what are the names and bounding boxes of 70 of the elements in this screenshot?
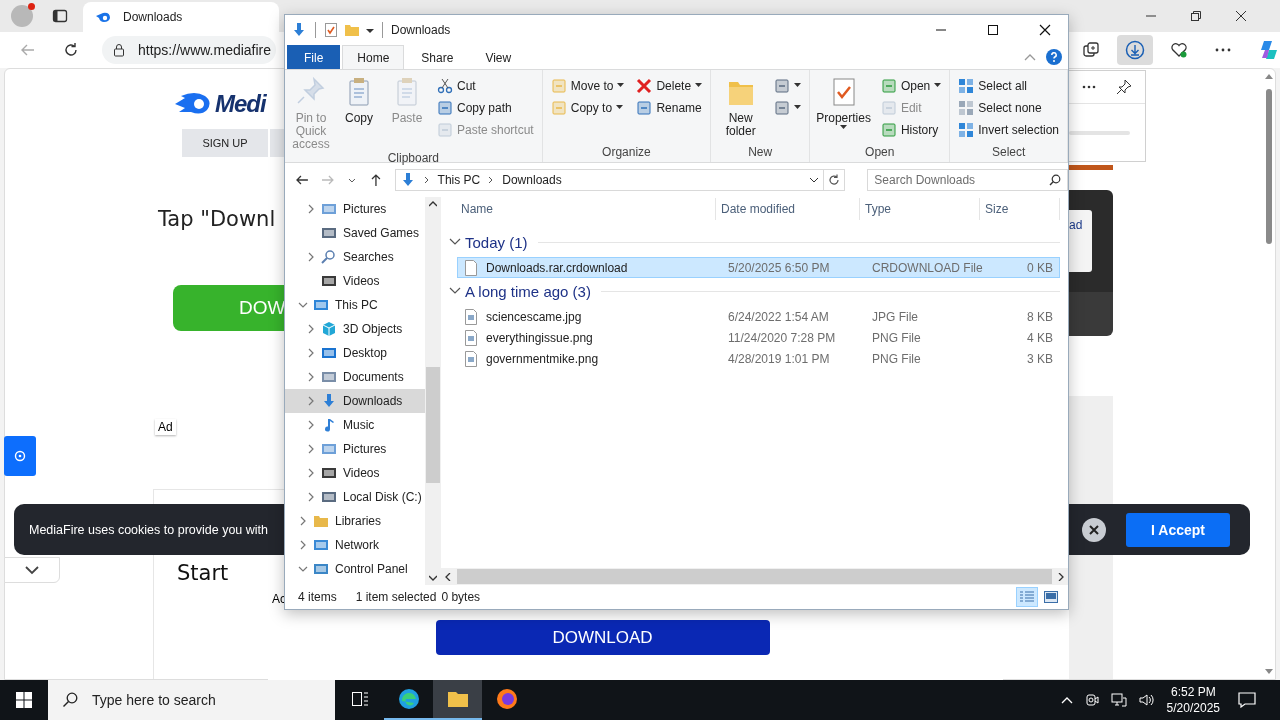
ribbon-command[interactable]: History — [880, 121, 942, 138]
column-header[interactable]: Date modified — [716, 198, 860, 220]
nav-item[interactable]: Libraries — [285, 509, 425, 533]
nav-item[interactable]: Pictures — [285, 437, 425, 461]
ribbon-tab[interactable]: File — [287, 45, 341, 69]
cookie-text: MediaFire uses cookies to provide you with — [29, 522, 268, 537]
address-field[interactable]: This PC Downloads — [394, 169, 824, 191]
group-label: Select — [990, 145, 1027, 161]
browser-tab[interactable]: Downloads — [83, 2, 279, 32]
file-row[interactable]: everythingissue.png 11/24/2020 7:28 PM PNG File 4 KB — [457, 327, 1060, 348]
item-count: 4 items — [298, 590, 337, 604]
nav-item[interactable]: Desktop — [285, 341, 425, 365]
nav-item[interactable]: Downloads — [285, 389, 425, 413]
ribbon-command[interactable]: Delete — [636, 77, 703, 94]
accept-button[interactable]: I Accept — [1126, 512, 1230, 547]
group-header[interactable]: Today (1) — [465, 233, 528, 251]
search-field[interactable]: Type here to search — [48, 680, 335, 720]
nav-item[interactable]: Documents — [285, 365, 425, 389]
clock[interactable]: 6:52 PM 5/20/2025 — [1166, 684, 1220, 716]
ribbon-command[interactable]: Cut — [437, 77, 534, 94]
nav-item[interactable]: Saved Games — [285, 221, 425, 245]
nav-item[interactable]: Control Panel — [285, 557, 425, 581]
column-header[interactable]: Name — [456, 198, 716, 220]
page-heading: Tap "Downl — [158, 206, 276, 232]
group-header[interactable]: A long time ago (3) — [465, 282, 591, 300]
ribbon-command[interactable]: Select none — [958, 99, 1059, 116]
ribbon-command[interactable]: Invert selection — [958, 121, 1059, 138]
group-label: Organize — [601, 145, 652, 161]
breadcrumb[interactable]: This PC — [437, 173, 481, 187]
card-heading: Start — [177, 561, 229, 585]
nav-item[interactable]: Videos — [285, 269, 425, 293]
ribbon-command[interactable]: Move to — [550, 77, 625, 94]
ribbon-command[interactable]: Properties — [814, 74, 873, 145]
breadcrumb[interactable]: Downloads — [502, 173, 562, 187]
ad-text: ad — [1069, 218, 1084, 232]
window-title: Downloads — [391, 23, 451, 37]
nav-item[interactable]: This PC — [285, 293, 425, 317]
file-row[interactable]: sciencescame.jpg 6/24/2022 1:54 AM JPG File 8 KB — [457, 306, 1060, 327]
ad-label: Ad — [155, 419, 176, 435]
ribbon-command[interactable]: Open — [880, 77, 942, 94]
nav-item[interactable]: Videos — [285, 461, 425, 485]
download-button[interactable]: DOWNLOAD — [435, 620, 770, 655]
ribbon-command[interactable]: Copy to — [550, 99, 625, 116]
ribbon-command[interactable]: Rename — [636, 99, 703, 116]
ribbon-command[interactable]: Copy — [337, 74, 381, 151]
nav-item[interactable]: Network — [285, 533, 425, 557]
nav-item[interactable]: Searches — [285, 245, 425, 269]
logo-text: Medi — [215, 90, 266, 118]
selection-count: 1 item selected — [355, 590, 437, 604]
ribbon-tab[interactable]: Share — [406, 45, 469, 69]
selection-size: 0 bytes — [441, 590, 481, 604]
ribbon-command[interactable]: Copy path — [437, 99, 534, 116]
search-field[interactable]: Search Downloads — [867, 169, 1068, 191]
ribbon-tab[interactable]: View — [470, 45, 527, 69]
signup-button[interactable]: SIGN UP — [182, 129, 268, 157]
group-label: New — [747, 145, 774, 161]
ribbon-tab[interactable]: Home — [342, 45, 405, 69]
nav-item[interactable]: Pictures — [285, 197, 425, 221]
ribbon-command[interactable]: Select all — [958, 77, 1059, 94]
address-field[interactable]: https://www.mediafire — [102, 36, 276, 64]
nav-item[interactable]: 3D Objects — [285, 317, 425, 341]
nav-item[interactable]: Local Disk (C:) — [285, 485, 425, 509]
file-row[interactable]: governmentmike.png 4/28/2019 1:01 PM PNG File 3 KB — [457, 348, 1060, 369]
column-header[interactable]: Type — [860, 198, 980, 220]
nav-item[interactable]: Music — [285, 413, 425, 437]
ribbon-command[interactable]: New folder — [715, 74, 767, 145]
group-label: Clipboard — [386, 151, 441, 167]
file-row[interactable]: Downloads.rar.crdownload 5/20/2025 6:50 PM CRDOWNLOAD File 0 KB — [457, 257, 1060, 278]
column-header[interactable]: Size — [980, 198, 1060, 220]
group-label: Open — [864, 145, 896, 161]
